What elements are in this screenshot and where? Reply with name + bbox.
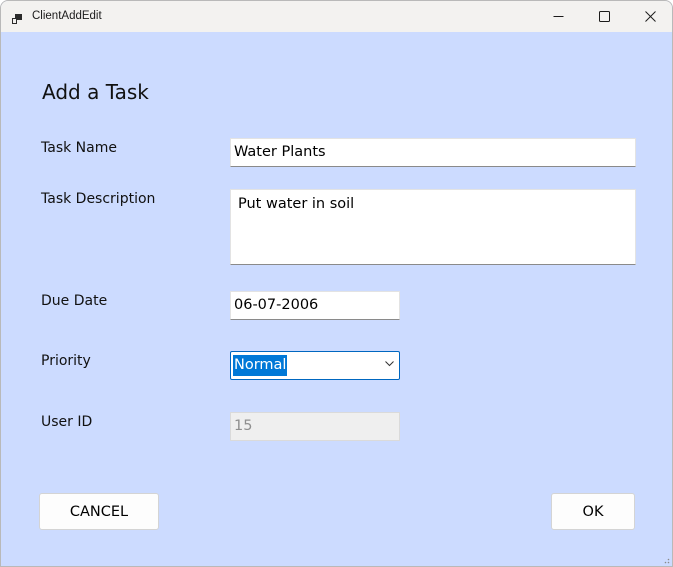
maximize-icon xyxy=(598,11,610,22)
window-title: ClientAddEdit xyxy=(32,10,102,22)
user-id-label: User ID xyxy=(41,414,93,430)
minimize-icon xyxy=(553,16,563,17)
user-id-input: 15 xyxy=(230,412,400,441)
task-name-input[interactable]: Water Plants xyxy=(230,138,636,167)
due-date-input[interactable]: 06-07-2006 xyxy=(230,291,400,320)
resize-grip-icon[interactable] xyxy=(662,556,670,564)
task-description-label: Task Description xyxy=(41,191,156,207)
due-date-label: Due Date xyxy=(41,293,108,309)
priority-selected-value: Normal xyxy=(233,355,288,376)
app-window-icon xyxy=(11,10,23,24)
task-description-textarea[interactable]: Put water in soil xyxy=(230,189,636,265)
close-icon xyxy=(644,11,656,22)
minimize-button[interactable] xyxy=(535,1,581,32)
priority-select[interactable]: Normal xyxy=(230,351,400,380)
form-area: Add a Task Task Name Water Plants Task D… xyxy=(1,32,672,566)
priority-label: Priority xyxy=(41,353,91,369)
close-button[interactable] xyxy=(627,1,672,32)
maximize-button[interactable] xyxy=(581,1,627,32)
page-title: Add a Task xyxy=(42,80,149,104)
dialog-window: ClientAddEdit Add a Task Task Name Water… xyxy=(0,0,673,567)
task-name-label: Task Name xyxy=(41,140,117,156)
title-bar[interactable]: ClientAddEdit xyxy=(1,1,672,32)
cancel-button[interactable]: CANCEL xyxy=(39,493,159,530)
ok-button[interactable]: OK xyxy=(551,493,635,530)
chevron-down-icon[interactable] xyxy=(385,361,394,367)
